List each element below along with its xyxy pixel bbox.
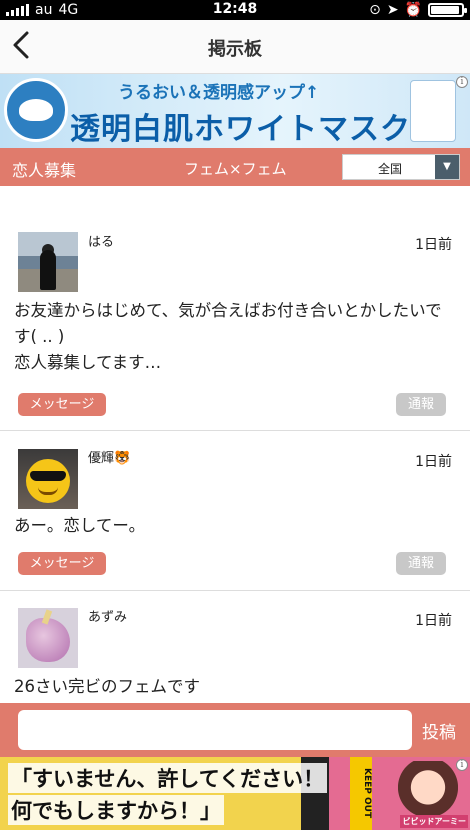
location-icon: ➤ xyxy=(386,2,399,18)
avatar[interactable] xyxy=(18,232,78,292)
filter-bar: 恋人募集 フェム×フェム 全国 ▼ xyxy=(0,148,470,186)
post-item: はる 1日前 お友達からはじめて、気が合えばお付き合いとかしたいです( .. )… xyxy=(0,186,470,431)
post-input[interactable] xyxy=(18,710,412,750)
ad-logo: ビビッドアーミー xyxy=(400,815,468,828)
post-item: あずみ 1日前 26さい完ビのフェムです xyxy=(0,591,470,703)
post-username: あずみ xyxy=(88,610,128,625)
report-button[interactable]: 通報 xyxy=(396,552,446,575)
battery-icon xyxy=(428,3,467,17)
message-button[interactable]: メッセージ xyxy=(18,552,106,575)
category-label: 恋人募集 xyxy=(12,161,77,180)
product-package-image xyxy=(410,80,456,142)
post-body: あー。恋してー。 xyxy=(14,516,146,535)
post-body: 26さい完ビのフェムです xyxy=(14,677,200,696)
ad-info-icon[interactable]: i xyxy=(456,76,468,88)
face-mask-icon xyxy=(4,78,68,142)
alarm-icon: ⏰ xyxy=(404,2,422,18)
post-time: 1日前 xyxy=(415,237,452,253)
nav-bar: 掲示板 xyxy=(0,20,470,74)
dropdown-arrow-icon: ▼ xyxy=(435,155,459,179)
ad-headline: 透明白肌ホワイトマスク xyxy=(70,112,411,147)
message-button[interactable]: メッセージ xyxy=(18,393,106,416)
post-item: 優輝🐯 1日前 あー。恋してー。 メッセージ 通報 xyxy=(0,431,470,591)
bottom-ad-banner[interactable]: 「すいません、許してください！ 何でもしますから！」 KEEP OUT ビビッド… xyxy=(0,757,470,830)
page-title: 掲示板 xyxy=(208,39,262,60)
avatar[interactable] xyxy=(18,608,78,668)
report-button[interactable]: 通報 xyxy=(396,393,446,416)
ad-line-1: 「すいません、許してください！ xyxy=(8,763,328,793)
ad-line-2: 何でもしますから！」 xyxy=(8,795,224,825)
ad-subtitle: うるおい＆透明感アップ↑ xyxy=(118,83,320,103)
status-right: ⊙ ➤ ⏰ xyxy=(369,2,467,18)
avatar[interactable] xyxy=(18,449,78,509)
post-body: お友達からはじめて、気が合えばお付き合いとかしたいです( .. ) 恋人募集して… xyxy=(14,301,442,372)
submit-post-button[interactable]: 投稿 xyxy=(422,718,456,743)
type-label: フェム×フェム xyxy=(184,160,287,178)
post-username: 優輝🐯 xyxy=(88,451,131,466)
region-select[interactable]: 全国 ▼ xyxy=(342,154,460,180)
top-ad-banner[interactable]: うるおい＆透明感アップ↑ 透明白肌ホワイトマスク i xyxy=(0,74,470,148)
keep-out-tape: KEEP OUT xyxy=(350,757,372,830)
post-time: 1日前 xyxy=(415,613,452,629)
post-time: 1日前 xyxy=(415,454,452,470)
status-bar: au 4G 12:48 ⊙ ➤ ⏰ xyxy=(0,0,470,20)
region-value: 全国 xyxy=(377,162,402,176)
rotation-lock-icon: ⊙ xyxy=(369,2,381,18)
ad-info-icon[interactable]: i xyxy=(456,759,468,771)
post-username: はる xyxy=(88,235,115,250)
post-composer: 投稿 xyxy=(0,703,470,757)
